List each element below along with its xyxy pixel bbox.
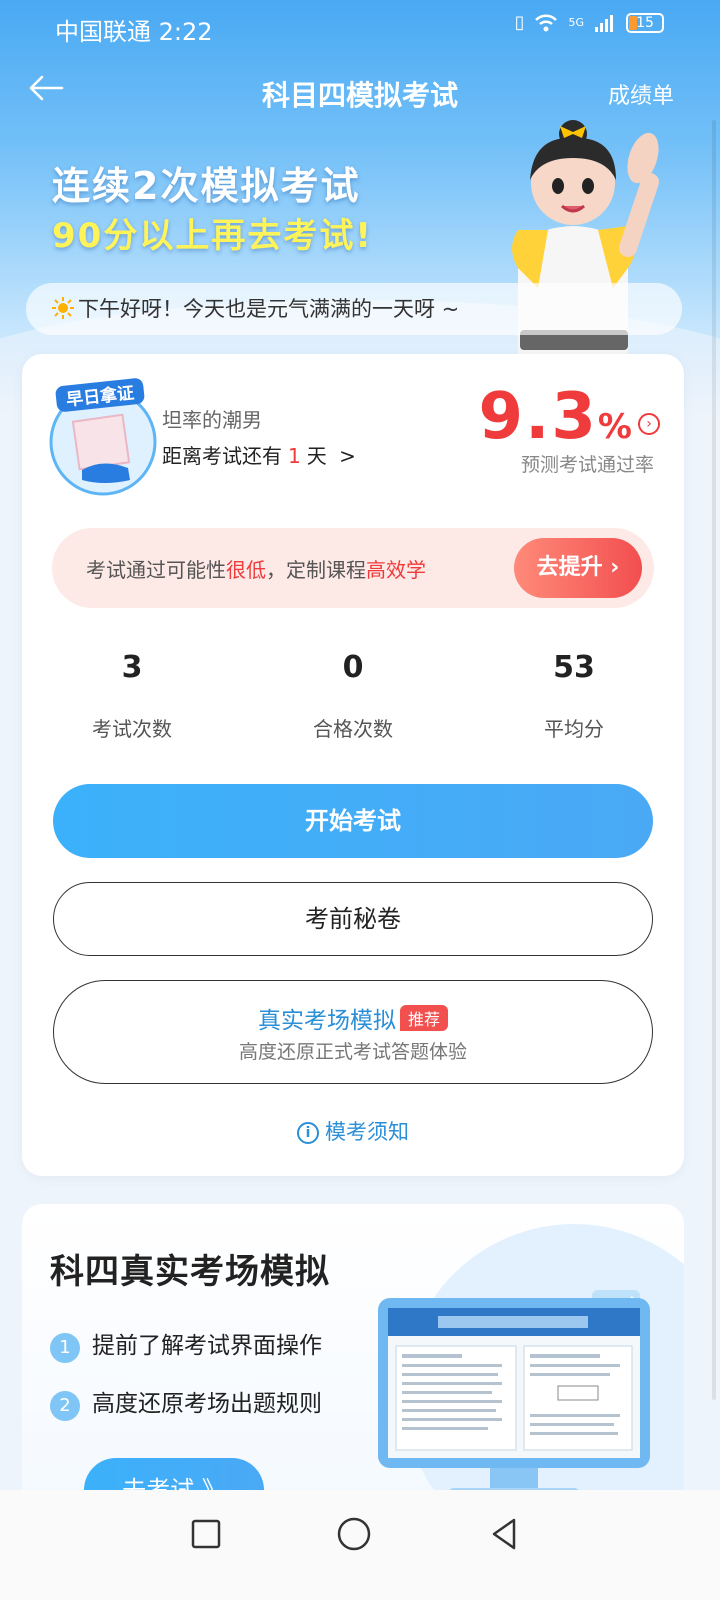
- pass-rate-value: 9.3: [478, 380, 598, 454]
- pass-rate-label: 预测考试通过率: [520, 454, 654, 476]
- greeting-text: 下午好呀！今天也是元气满满的一天呀 ~: [78, 297, 460, 321]
- start-exam-button[interactable]: 开始考试: [53, 784, 653, 858]
- info-icon: i: [297, 1122, 319, 1144]
- system-nav-bar: [0, 1490, 720, 1600]
- stats-row: 3 考试次数 0 合格次数 53 平均分: [22, 650, 684, 760]
- notice-label: 模考须知: [325, 1120, 409, 1144]
- stat-label: 合格次数: [313, 717, 393, 741]
- promo-title: 科四真实考场模拟: [50, 1252, 330, 1292]
- battery-icon: 15: [626, 12, 664, 33]
- real-exam-sim-button[interactable]: 真实考场模拟 推荐 高度还原正式考试答题体验: [53, 980, 653, 1084]
- feature-number: 2: [50, 1391, 80, 1421]
- top-nav: 科目四模拟考试 成绩单: [0, 62, 720, 118]
- score-report-link[interactable]: 成绩单: [608, 78, 674, 110]
- promo-feature: 2 高度还原考场出题规则: [50, 1384, 322, 1421]
- improve-text-d: 高效学: [366, 558, 426, 582]
- sim-title-text: 真实考场模拟: [257, 1008, 396, 1034]
- wifi-icon: [535, 14, 558, 31]
- promo-feature: 1 提前了解考试界面操作: [50, 1326, 322, 1363]
- signal-icon: [595, 14, 613, 32]
- sun-icon: [52, 297, 74, 319]
- sim-subtitle: 高度还原正式考试答题体验: [238, 1041, 467, 1063]
- real-exam-promo-card: 科四真实考场模拟 1提前了解考试界面操作 2高度还原考场出题规则 去考试 》: [22, 1204, 684, 1504]
- status-icons: ▯ 5G 15: [515, 12, 664, 33]
- stat-pass-count: 0 合格次数: [253, 650, 453, 742]
- improve-text: 考试通过可能性很低，定制课程高效学: [86, 554, 426, 583]
- license-badge-icon: 早日拿证: [49, 378, 157, 496]
- status-bar: 中国联通 2:22 ▯ 5G 15: [0, 0, 720, 50]
- status-carrier-time: 中国联通 2:22: [55, 18, 213, 46]
- pass-rate-unit: %: [597, 407, 632, 447]
- improve-button-label: 去提升: [536, 555, 603, 580]
- back-triangle-icon[interactable]: [484, 1514, 524, 1554]
- sim-title: 真实考场模拟 推荐: [54, 1001, 652, 1035]
- home-icon[interactable]: [334, 1514, 374, 1554]
- exam-countdown[interactable]: 距离考试还有 1 天 >: [162, 440, 356, 469]
- improve-text-c: ，定制课程: [266, 558, 366, 582]
- scrollbar[interactable]: [712, 120, 716, 1400]
- stat-label: 平均分: [544, 717, 604, 741]
- countdown-suffix: 天: [306, 444, 327, 468]
- improve-banner: 考试通过可能性很低，定制课程高效学 去提升 ›: [52, 528, 654, 608]
- feature-text: 高度还原考场出题规则: [92, 1391, 322, 1417]
- improve-text-b: 很低: [226, 558, 266, 582]
- network-label: 5G: [568, 16, 584, 29]
- feature-text: 提前了解考试界面操作: [92, 1333, 322, 1359]
- stat-exam-count: 3 考试次数: [32, 650, 232, 742]
- improve-button[interactable]: 去提升 ›: [514, 538, 642, 598]
- secret-paper-button[interactable]: 考前秘卷: [53, 882, 653, 956]
- banner-subheadline: 90分以上再去考试!: [52, 216, 373, 256]
- banner-headline: 连续2次模拟考试: [52, 164, 361, 208]
- countdown-prefix: 距离考试还有: [162, 444, 282, 468]
- feature-number: 1: [50, 1333, 80, 1363]
- countdown-days: 1: [288, 444, 301, 468]
- pass-rate-block[interactable]: 9.3% › 预测考试通过率: [479, 380, 660, 477]
- chevron-right-icon: >: [339, 444, 356, 468]
- recommend-badge: 推荐: [399, 1005, 448, 1031]
- improve-text-a: 考试通过可能性: [86, 558, 226, 582]
- stat-label: 考试次数: [92, 717, 172, 741]
- stat-average-score: 53 平均分: [474, 650, 674, 742]
- exam-summary-card: 早日拿证 坦率的潮男 距离考试还有 1 天 > 9.3% › 预测考试通过率 考试通过…: [22, 354, 684, 1176]
- exam-notice-link[interactable]: i 模考须知: [22, 1116, 684, 1146]
- greeting-bar: 下午好呀！今天也是元气满满的一天呀 ~: [26, 283, 682, 335]
- user-name: 坦率的潮男: [162, 408, 262, 432]
- vibrate-icon: ▯: [514, 12, 525, 33]
- chevron-circle-icon: ›: [638, 413, 660, 435]
- chevron-right-icon: ›: [610, 555, 620, 580]
- recent-apps-icon[interactable]: [186, 1514, 226, 1554]
- stat-value: 53: [553, 650, 595, 685]
- stat-value: 0: [342, 650, 364, 685]
- exam-screen-illustration: [378, 1290, 650, 1500]
- stat-value: 3: [121, 650, 143, 685]
